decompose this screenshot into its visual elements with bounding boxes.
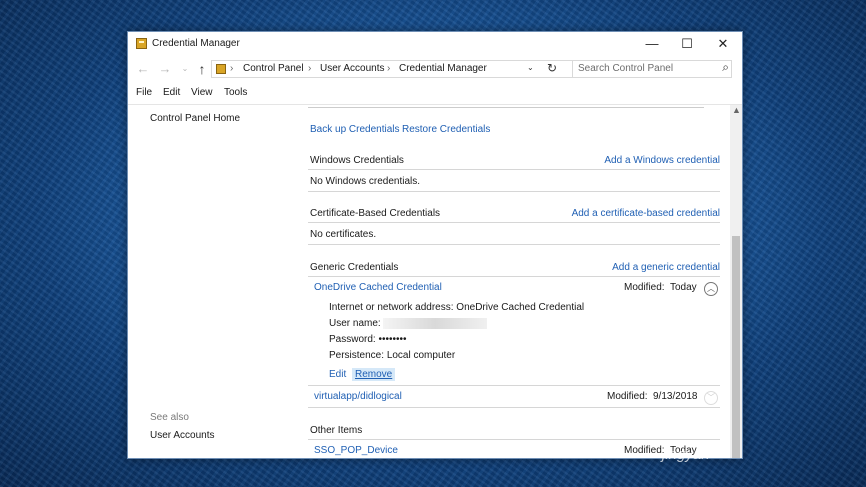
address-value: OneDrive Cached Credential xyxy=(456,302,585,313)
breadcrumb-control-panel[interactable]: Control Panel xyxy=(243,63,304,74)
navigation-bar: ← → ⌄ ↑ › Control Panel › User Accounts … xyxy=(128,58,742,82)
search-icon[interactable]: ⌕ xyxy=(722,60,729,75)
onedrive-credential-title[interactable]: OneDrive Cached Credential xyxy=(314,282,442,293)
credential-manager-window: Credential Manager — ☐ ✕ ← → ⌄ ↑ › Contr… xyxy=(127,31,743,459)
divider xyxy=(308,407,720,408)
breadcrumb-separator: › xyxy=(308,63,312,74)
menu-edit[interactable]: Edit xyxy=(163,87,180,98)
modified-label: Modified: xyxy=(607,391,648,402)
no-windows-credentials-text: No Windows credentials. xyxy=(310,176,421,187)
back-arrow-icon[interactable]: ← xyxy=(134,60,152,78)
content-area: Control Panel Home See also User Account… xyxy=(128,104,742,458)
collapse-chevron-icon[interactable]: ︿ xyxy=(704,282,718,296)
scrollbar-thumb[interactable] xyxy=(732,236,740,458)
divider xyxy=(308,107,704,108)
add-windows-credential-link[interactable]: Add a Windows credential xyxy=(604,155,720,166)
control-panel-icon xyxy=(216,64,226,74)
persistence-value: Local computer xyxy=(386,350,456,361)
no-certificates-text: No certificates. xyxy=(310,229,377,240)
address-label: Internet or network address: xyxy=(329,302,454,313)
up-arrow-icon[interactable]: ↑ xyxy=(193,60,211,78)
password-label: Password: xyxy=(329,334,376,345)
blurred-username xyxy=(383,318,488,329)
persistence-label: Persistence: xyxy=(329,350,385,361)
breadcrumb-credential-manager[interactable]: Credential Manager xyxy=(399,63,487,74)
divider xyxy=(308,385,720,386)
password-detail: Password: •••••••• xyxy=(329,334,406,345)
restore-credentials-link[interactable]: Restore Credentials xyxy=(402,124,490,135)
breadcrumb-separator: › xyxy=(230,63,234,74)
window-title: Credential Manager xyxy=(152,38,240,49)
forward-arrow-icon[interactable]: → xyxy=(156,60,174,78)
generic-credentials-heading: Generic Credentials xyxy=(310,262,399,273)
credential-list: Back up Credentials Restore Credentials … xyxy=(308,105,720,458)
divider xyxy=(308,276,720,277)
divider xyxy=(308,439,720,440)
windows-credentials-heading: Windows Credentials xyxy=(310,155,404,166)
minimize-button[interactable]: — xyxy=(634,34,670,54)
modified-date: Today xyxy=(670,282,697,293)
modified-label: Modified: xyxy=(624,282,665,293)
password-value: •••••••• xyxy=(378,334,407,345)
see-also-heading: See also xyxy=(150,412,189,423)
expand-chevron-icon[interactable]: ﹀ xyxy=(704,391,718,405)
close-button[interactable]: ✕ xyxy=(705,34,741,54)
username-label: User name: xyxy=(329,318,381,330)
search-input[interactable]: Search Control Panel xyxy=(578,63,673,74)
recent-locations-chevron-icon[interactable]: ⌄ xyxy=(176,60,194,78)
virtualapp-credential-title[interactable]: virtualapp/didlogical xyxy=(314,391,402,402)
maximize-button[interactable]: ☐ xyxy=(669,34,705,54)
username-detail: User name: xyxy=(329,318,488,330)
watermark: jingyan xyxy=(662,446,710,463)
divider xyxy=(308,244,720,245)
vertical-scrollbar[interactable]: ▲ xyxy=(730,105,742,458)
control-panel-home-link[interactable]: Control Panel Home xyxy=(150,113,240,124)
back-up-credentials-link[interactable]: Back up Credentials xyxy=(310,124,400,135)
address-dropdown-icon[interactable]: ⌄ xyxy=(527,63,534,72)
modified-date: 9/13/2018 xyxy=(653,391,698,402)
add-certificate-credential-link[interactable]: Add a certificate-based credential xyxy=(572,208,720,219)
user-accounts-link[interactable]: User Accounts xyxy=(150,430,214,441)
persistence-detail: Persistence: Local computer xyxy=(329,350,455,361)
scroll-up-arrow-icon[interactable]: ▲ xyxy=(732,105,741,115)
menu-file[interactable]: File xyxy=(136,87,152,98)
breadcrumb-separator: › xyxy=(387,63,391,74)
divider xyxy=(308,191,720,192)
address-bar[interactable]: › Control Panel › User Accounts › Creden… xyxy=(211,60,573,78)
remove-credential-link[interactable]: Remove xyxy=(352,368,396,381)
menu-view[interactable]: View xyxy=(191,87,213,98)
address-detail: Internet or network address: OneDrive Ca… xyxy=(329,302,584,313)
search-box[interactable]: Search Control Panel ⌕ xyxy=(572,60,732,78)
credential-manager-icon xyxy=(136,38,147,49)
breadcrumb-user-accounts[interactable]: User Accounts xyxy=(320,63,384,74)
menu-bar: File Edit View Tools xyxy=(128,85,742,103)
divider xyxy=(308,222,720,223)
refresh-icon[interactable]: ↻ xyxy=(547,61,557,75)
add-generic-credential-link[interactable]: Add a generic credential xyxy=(612,262,720,273)
certificate-credentials-heading: Certificate-Based Credentials xyxy=(310,208,441,219)
other-items-heading: Other Items xyxy=(310,425,363,436)
title-bar: Credential Manager — ☐ ✕ xyxy=(128,32,742,56)
divider xyxy=(308,169,720,170)
sso-pop-device-title[interactable]: SSO_POP_Device xyxy=(314,445,398,456)
edit-credential-link[interactable]: Edit xyxy=(329,369,346,380)
modified-label: Modified: xyxy=(624,445,665,456)
menu-tools[interactable]: Tools xyxy=(224,87,247,98)
